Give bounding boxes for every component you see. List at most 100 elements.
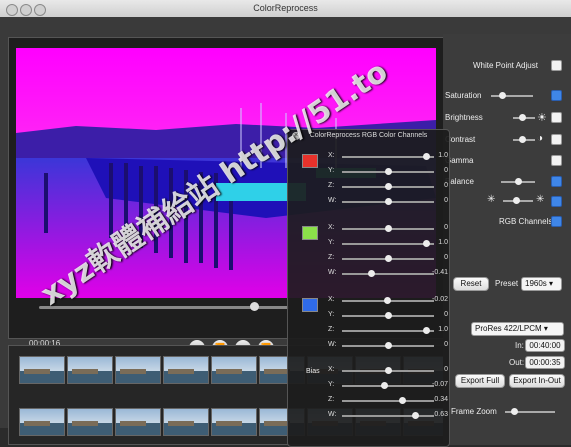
slider-knob[interactable] [385,183,392,190]
brightness-label: Brightness [445,113,483,122]
axis-label: Z: [328,182,335,189]
bias-row: W: 0.63 [288,411,449,421]
bias-row: Z: 0.34 [288,396,449,406]
temperature-checkbox[interactable] [551,196,562,207]
filmstrip-thumbnail[interactable] [163,408,209,436]
out-label: Out: [509,358,525,367]
slider-knob[interactable] [385,312,392,319]
slider-value: 0.34 [434,396,448,403]
reset-button[interactable]: Reset [453,277,489,291]
saturation-knob[interactable] [499,92,506,99]
slider-knob[interactable] [385,367,392,374]
green-row: Z: 0 [288,254,449,264]
filmstrip-thumbnail[interactable] [115,408,161,436]
red-slider[interactable] [342,168,434,175]
balance-slider[interactable] [501,178,535,185]
bias-slider[interactable] [342,397,434,404]
slider-knob[interactable] [381,382,388,389]
main-area: 00:00:16 ⏮ ⏪ ▶ ⏩ White Point Adjust Satu… [0,17,571,447]
filmstrip-thumbnail[interactable] [163,356,209,384]
temperature-knob[interactable] [513,197,520,204]
contrast-slider[interactable] [513,136,535,143]
slider-knob[interactable] [399,397,406,404]
slider-value: 0 [444,311,448,318]
rgb-channels-checkbox[interactable] [551,216,562,227]
filmstrip-thumbnail[interactable] [115,356,161,384]
slider-value: 0 [444,224,448,231]
gamma-checkbox[interactable] [551,155,562,166]
filmstrip-thumbnail[interactable] [211,408,257,436]
green-slider[interactable] [342,240,434,247]
scrubber-knob[interactable] [250,302,259,311]
slider-knob[interactable] [385,168,392,175]
slider-value: 1.0 [438,239,448,246]
preset-label: Preset [495,279,519,288]
filmstrip-thumbnail[interactable] [19,408,65,436]
white-point-label: White Point Adjust [473,61,538,70]
saturation-slider[interactable] [491,92,533,99]
timeline-scrubber[interactable] [39,302,289,311]
slider-value: 0.63 [434,411,448,418]
axis-label: X: [328,152,335,159]
red-row: X: 1.0 [288,152,449,162]
contrast-knob[interactable] [519,136,526,143]
blue-row: Z: 1.0 [288,326,449,336]
slider-knob[interactable] [385,255,392,262]
slider-knob[interactable] [385,342,392,349]
axis-label: W: [328,341,337,348]
brightness-sun-icon: ☀ [537,112,547,124]
in-time-field[interactable]: 00:40:00 [525,339,565,352]
filmstrip-thumbnail[interactable] [67,408,113,436]
temperature-slider[interactable] [503,197,533,204]
blue-slider[interactable] [342,327,434,334]
balance-checkbox[interactable] [551,176,562,187]
codec-select[interactable]: ProRes 422/LPCM ▾ [471,322,564,336]
brightness-slider[interactable] [513,114,535,121]
brightness-checkbox[interactable] [551,112,562,123]
bias-slider[interactable] [342,382,434,389]
green-slider[interactable] [342,255,434,262]
slider-knob[interactable] [384,297,391,304]
frame-zoom-label: Frame Zoom [451,407,497,416]
bias-row: X: 0 [288,366,449,376]
preset-select[interactable]: 1960s ▾ [521,277,562,291]
slider-value: 0 [444,182,448,189]
slider-knob[interactable] [412,412,419,419]
axis-label: X: [328,296,335,303]
axis-label: Y: [328,167,335,174]
slider-value: -0.07 [432,381,448,388]
export-full-button[interactable]: Export Full [455,374,505,388]
red-slider[interactable] [342,198,434,205]
brightness-knob[interactable] [519,114,526,121]
blue-slider[interactable] [342,342,434,349]
bias-slider[interactable] [342,412,434,419]
filmstrip-thumbnail[interactable] [211,356,257,384]
blue-slider[interactable] [342,297,434,304]
green-slider[interactable] [342,270,434,277]
slider-knob[interactable] [385,198,392,205]
red-slider[interactable] [342,183,434,190]
export-in-out-button[interactable]: Export In-Out [509,374,565,388]
slider-knob[interactable] [385,225,392,232]
green-slider[interactable] [342,225,434,232]
slider-knob[interactable] [368,270,375,277]
red-slider[interactable] [342,153,434,160]
saturation-label: Saturation [445,91,482,100]
frame-zoom-knob[interactable] [511,408,518,415]
axis-label: Y: [328,239,335,246]
axis-label: W: [328,411,337,418]
slider-value: 0 [444,254,448,261]
slider-value: -0.02 [432,296,448,303]
contrast-checkbox[interactable] [551,134,562,145]
blue-slider[interactable] [342,312,434,319]
filmstrip-thumbnail[interactable] [19,356,65,384]
white-point-checkbox[interactable] [551,60,562,71]
balance-knob[interactable] [515,178,522,185]
temperature-high-icon: ✳ [536,194,545,205]
bias-slider[interactable] [342,367,434,374]
saturation-checkbox[interactable] [551,90,562,101]
slider-value: 0 [444,366,448,373]
frame-zoom-slider[interactable] [505,408,555,415]
out-time-field[interactable]: 00:00:35 [525,356,565,369]
filmstrip-thumbnail[interactable] [67,356,113,384]
